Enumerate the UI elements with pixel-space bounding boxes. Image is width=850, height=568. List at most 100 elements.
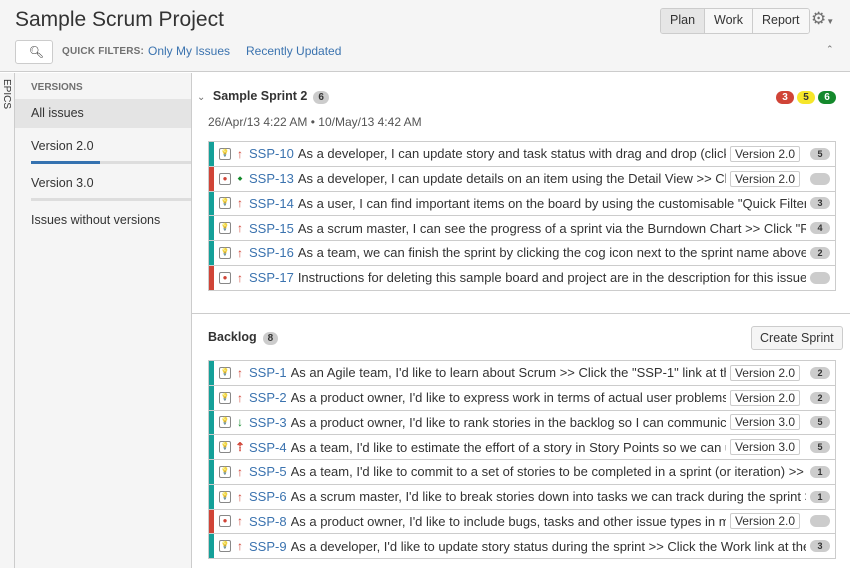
drag-handle[interactable] (209, 484, 214, 509)
drag-handle[interactable] (209, 166, 214, 191)
issue-key[interactable]: SSP-15 (249, 221, 294, 236)
bug-icon: ● (219, 515, 231, 528)
issue-key[interactable]: SSP-16 (249, 245, 294, 260)
issue-key[interactable]: SSP-1 (249, 365, 287, 380)
estimate-badge (810, 172, 830, 185)
version-2-0[interactable]: Version 2.0 (15, 132, 191, 169)
priority-up-icon: ↑ (237, 196, 243, 211)
issue-row[interactable]: ● ⬩ SSP-13 As a developer, I can update det… (209, 166, 835, 192)
issue-row[interactable]: 💡 ↑ SSP-2 As a product owner, I'd like to e… (209, 385, 835, 411)
issue-summary: As a scrum master, I can see the progres… (297, 220, 806, 236)
sprint-status-counts: 356 (776, 91, 836, 104)
drag-handle[interactable] (209, 509, 214, 534)
story-icon: 💡 (219, 391, 231, 404)
gear-icon[interactable]: ⚙▼ (811, 9, 834, 29)
drag-handle[interactable] (209, 361, 214, 385)
issues-without-versions[interactable]: Issues without versions (15, 206, 191, 243)
sprint-issue-list: 💡 ↑ SSP-10 As a developer, I can update sto… (208, 141, 836, 291)
version-label: Version 3.0 (31, 176, 94, 190)
priority-up-icon: ↑ (237, 539, 243, 554)
issue-summary: As a user, I can find important items on… (297, 195, 806, 211)
estimate-badge: 5 (810, 441, 830, 454)
drag-handle[interactable] (209, 385, 214, 410)
drag-handle[interactable] (209, 435, 214, 459)
drag-handle[interactable] (209, 142, 214, 166)
issue-row[interactable]: 💡 ⇡ SSP-4 As a team, I'd like to estimate t… (209, 435, 835, 460)
mode-report-button[interactable]: Report (751, 9, 809, 33)
issue-key[interactable]: SSP-13 (249, 171, 294, 186)
story-icon: 💡 (219, 147, 231, 160)
issue-key[interactable]: SSP-10 (249, 146, 294, 161)
issue-summary: Instructions for deleting this sample bo… (297, 270, 806, 286)
issue-key[interactable]: SSP-2 (249, 390, 287, 405)
drag-handle[interactable] (209, 241, 214, 265)
estimate-badge: 1 (810, 490, 830, 503)
drag-handle[interactable] (209, 410, 214, 435)
issue-key[interactable]: SSP-4 (249, 440, 287, 455)
sprint-header: ⌄ Sample Sprint 2 6 (197, 89, 329, 104)
priority-up-icon: ↑ (237, 245, 243, 260)
quick-filter-only-my-issues[interactable]: Only My Issues (148, 44, 230, 58)
story-icon: 💡 (219, 465, 231, 478)
issue-key[interactable]: SSP-3 (249, 415, 287, 430)
estimate-badge: 2 (810, 366, 830, 379)
drag-handle[interactable] (209, 191, 214, 216)
priority-down-icon: ↓ (237, 415, 243, 430)
create-sprint-button[interactable]: Create Sprint (751, 326, 843, 350)
issue-row[interactable]: 💡 ↑ SSP-10 As a developer, I can update sto… (209, 142, 835, 167)
issue-row[interactable]: ● ↑ SSP-8 As a product owner, I'd like to i… (209, 509, 835, 535)
mode-plan-button[interactable]: Plan (661, 9, 705, 33)
quick-filter-recently-updated[interactable]: Recently Updated (246, 44, 341, 58)
collapse-header-icon[interactable]: ⌃ (826, 44, 834, 55)
priority-up-icon: ↑ (237, 365, 243, 380)
version-label: Version 2.0 (729, 170, 800, 187)
drag-handle[interactable] (209, 216, 214, 240)
page-title: Sample Scrum Project (15, 8, 224, 31)
backlog-name: Backlog (208, 330, 257, 344)
backlog-issue-list: 💡 ↑ SSP-1 As an Agile team, I'd like to lea… (208, 360, 836, 559)
estimate-badge: 2 (810, 391, 830, 404)
mode-work-button[interactable]: Work (704, 9, 752, 33)
issue-key[interactable]: SSP-14 (249, 196, 294, 211)
epics-panel-toggle[interactable]: EPICS (0, 73, 15, 568)
backlog-issue-count: 8 (262, 332, 279, 345)
issue-row[interactable]: 💡 ↑ SSP-1 As an Agile team, I'd like to lea… (209, 361, 835, 386)
status-count-badge: 3 (776, 91, 794, 104)
issue-row[interactable]: 💡 ↑ SSP-14 As a user, I can find important … (209, 191, 835, 217)
issue-summary: As an Agile team, I'd like to learn abou… (290, 365, 726, 381)
issue-key[interactable]: SSP-8 (249, 514, 287, 529)
issue-row[interactable]: 💡 ↑ SSP-15 As a scrum master, I can see the… (209, 216, 835, 241)
issue-key[interactable]: SSP-9 (249, 539, 287, 554)
priority-up-icon: ↑ (237, 270, 243, 285)
version-3-0[interactable]: Version 3.0 (15, 169, 191, 206)
issue-key[interactable]: SSP-6 (249, 489, 287, 504)
chevron-down-icon[interactable]: ⌄ (197, 92, 205, 103)
story-icon: 💡 (219, 222, 231, 235)
drag-handle[interactable] (209, 534, 214, 558)
priority-up-icon: ↑ (237, 464, 243, 479)
issue-key[interactable]: SSP-17 (249, 270, 294, 285)
issue-key[interactable]: SSP-5 (249, 464, 287, 479)
drag-handle[interactable] (209, 265, 214, 290)
issue-row[interactable]: 💡 ↑ SSP-6 As a scrum master, I'd like to br… (209, 484, 835, 510)
sprint-name: Sample Sprint 2 (212, 89, 308, 103)
estimate-badge (810, 515, 830, 528)
issue-row[interactable]: 💡 ↓ SSP-3 As a product owner, I'd like to r… (209, 410, 835, 436)
version-label: Version 2.0 (729, 364, 800, 381)
issue-summary: As a team, I'd like to estimate the effo… (290, 439, 726, 455)
status-count-badge: 6 (818, 91, 836, 104)
issue-row[interactable]: ● ↑ SSP-17 Instructions for deleting this s… (209, 265, 835, 291)
sprint-dates: 26/Apr/13 4:22 AM • 10/May/13 4:42 AM (208, 115, 422, 129)
version-all-issues[interactable]: All issues (15, 99, 191, 128)
divider (192, 313, 850, 314)
issue-row[interactable]: 💡 ↑ SSP-16 As a team, we can finish the spr… (209, 241, 835, 266)
issue-row[interactable]: 💡 ↑ SSP-9 As a developer, I'd like to updat… (209, 534, 835, 559)
estimate-badge: 5 (810, 147, 830, 160)
drag-handle[interactable] (209, 460, 214, 484)
version-label: Version 2.0 (729, 389, 800, 406)
search-button[interactable]: 🔍︎ (15, 40, 53, 64)
issue-row[interactable]: 💡 ↑ SSP-5 As a team, I'd like to commit to … (209, 460, 835, 485)
estimate-badge: 2 (810, 246, 830, 259)
status-count-badge: 5 (797, 91, 815, 104)
priority-up-icon: ↑ (237, 489, 243, 504)
